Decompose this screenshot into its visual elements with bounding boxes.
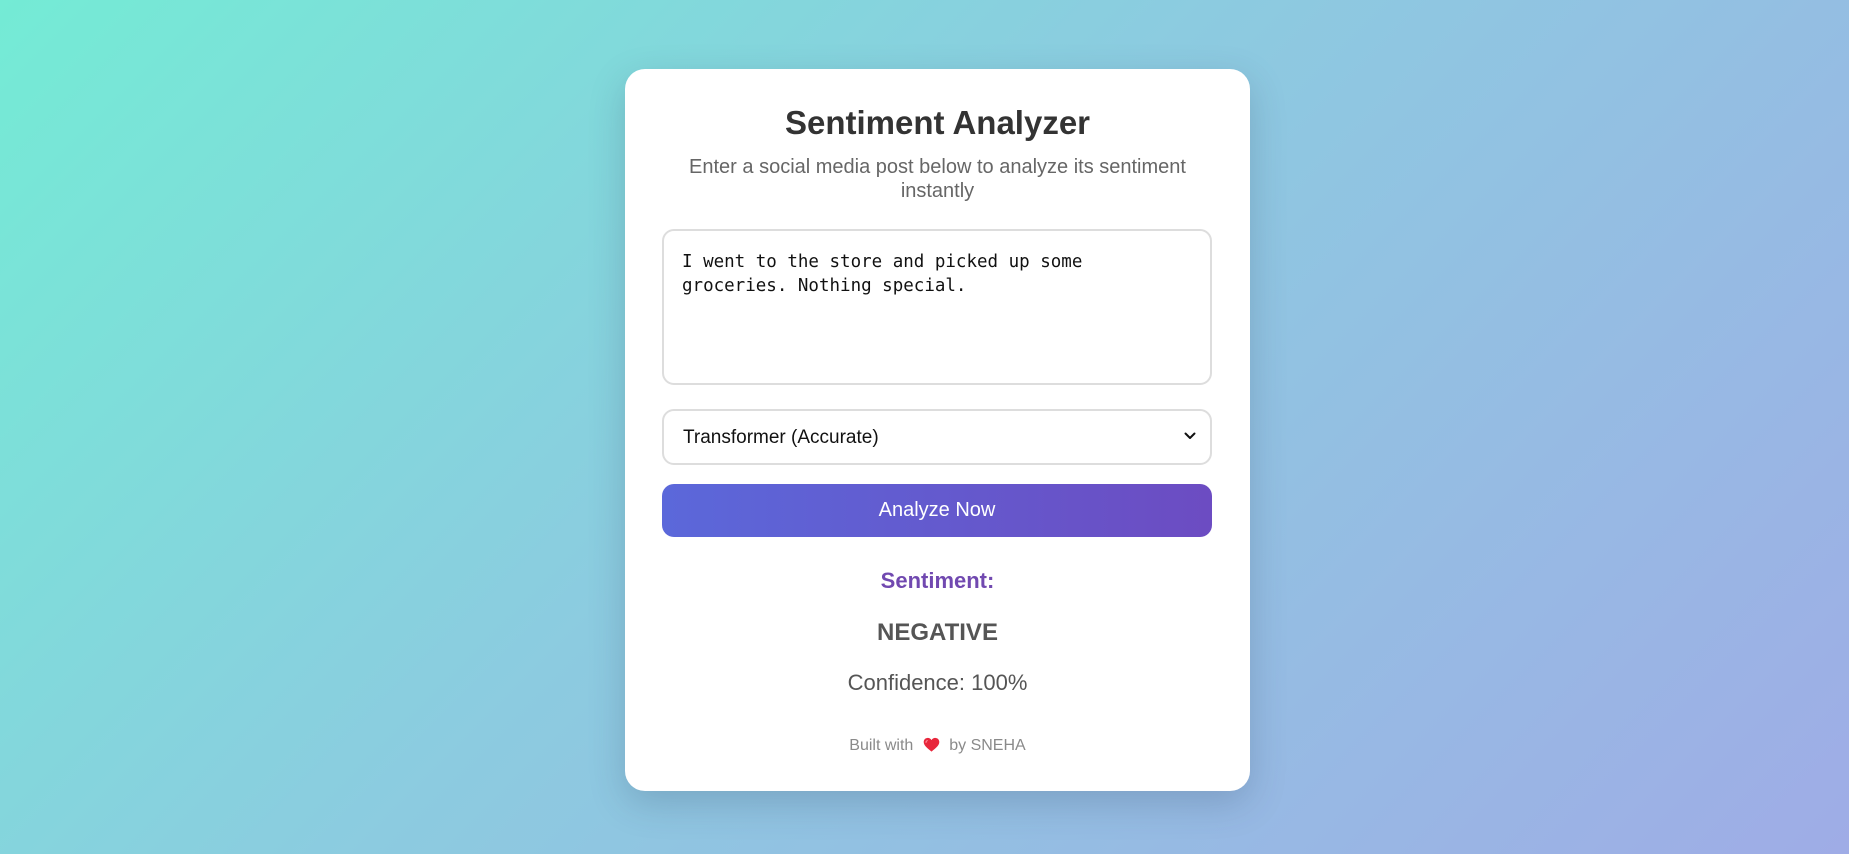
page-title: Sentiment Analyzer <box>784 104 1091 141</box>
confidence-text: Confidence: 100% <box>847 670 1028 695</box>
sentiment-value: NEGATIVE <box>877 619 998 646</box>
analyzer-card: Sentiment Analyzer Enter a social media … <box>625 69 1250 791</box>
page-subtitle: Enter a social media post below to analy… <box>689 156 1186 202</box>
model-select-value: Transformer (Accurate) <box>683 427 879 448</box>
chevron-down-icon <box>1184 432 1196 439</box>
footer-prefix: Built with <box>849 737 914 754</box>
post-input[interactable]: I went to the store and picked up some g… <box>662 229 1212 385</box>
analyze-button[interactable]: Analyze Now <box>662 484 1212 537</box>
heart-icon <box>923 737 940 752</box>
footer-suffix: by SNEHA <box>949 737 1026 754</box>
footer: Built with by SNEHA <box>662 736 1213 756</box>
result-panel: Sentiment: NEGATIVE Confidence: 100% <box>662 568 1213 696</box>
sentiment-label: Sentiment: <box>880 568 995 593</box>
model-select[interactable]: Transformer (Accurate) <box>662 409 1212 465</box>
